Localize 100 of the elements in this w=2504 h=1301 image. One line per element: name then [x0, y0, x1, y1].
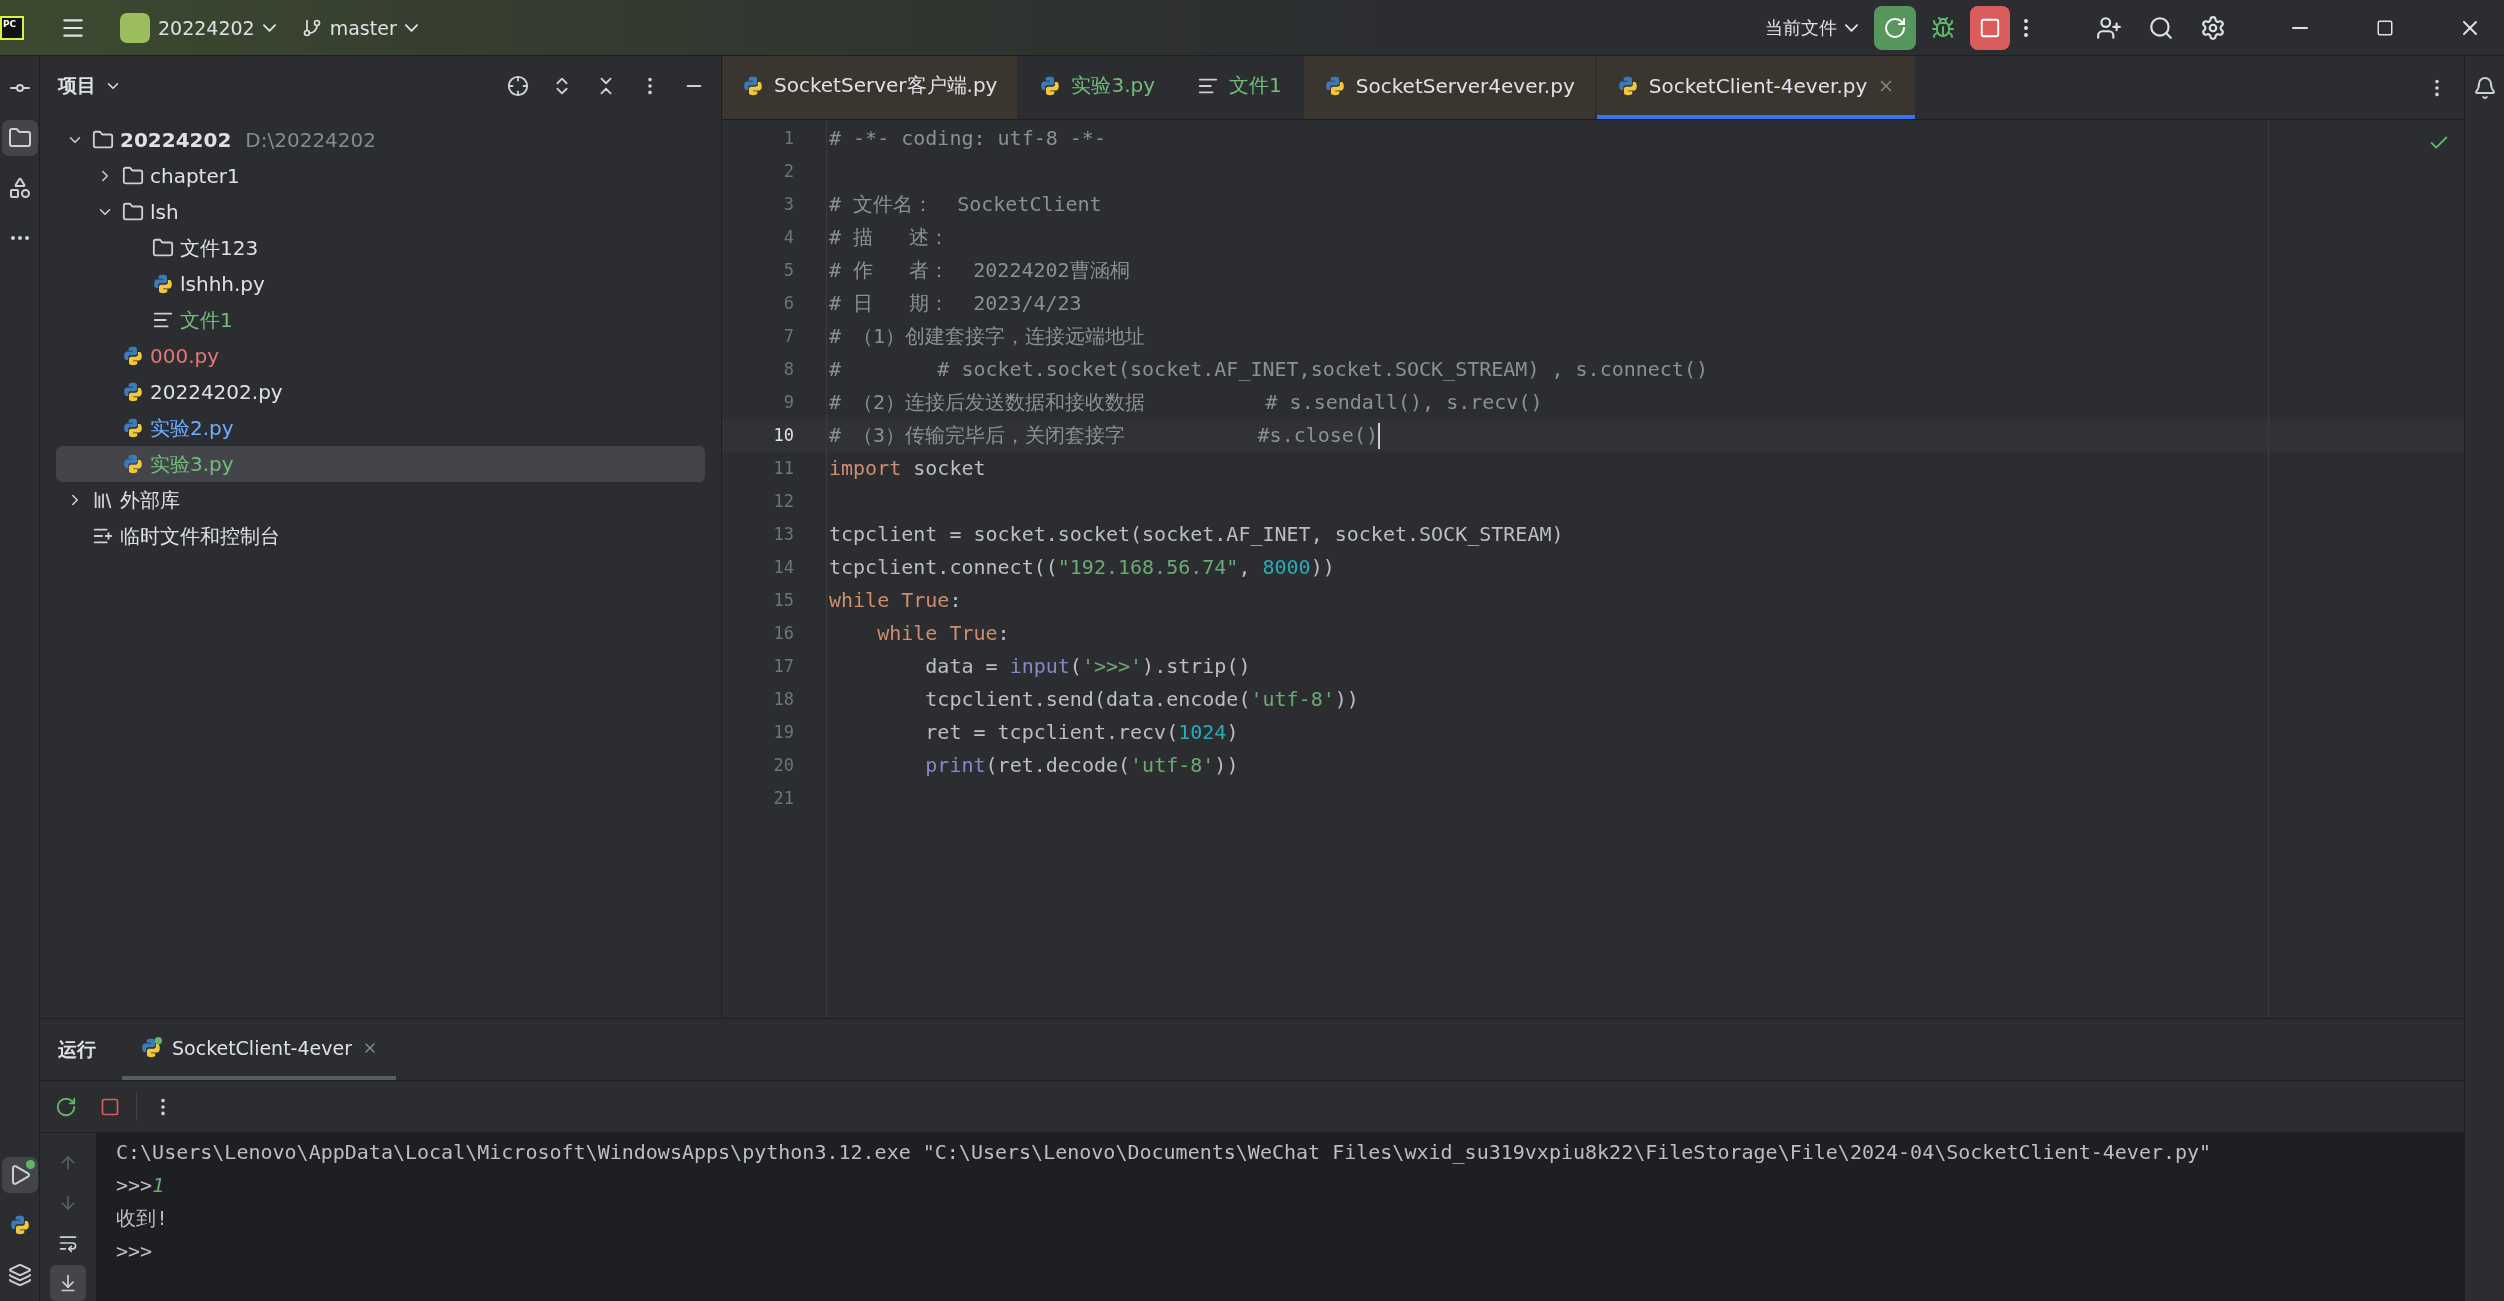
python-icon	[1039, 74, 1062, 97]
stop-icon	[1979, 16, 2001, 39]
line-number: 6	[782, 292, 795, 315]
stop-icon[interactable]	[100, 1096, 120, 1117]
python-icon	[152, 273, 174, 295]
add-user-icon	[2096, 14, 2122, 41]
line-number: 20	[772, 754, 795, 777]
editor-tab[interactable]: SocketClient-4ever.py	[1596, 56, 1916, 119]
soft-wrap-icon[interactable]	[58, 1233, 78, 1253]
tree-item[interactable]: 外部库	[56, 482, 705, 518]
layers-icon[interactable]	[7, 1263, 32, 1287]
code-line: # 文件名： SocketClient	[828, 191, 1102, 218]
branch-icon	[301, 17, 322, 38]
tree-item[interactable]: lshhh.py	[56, 266, 705, 302]
code-line: # 日 期： 2023/4/23	[828, 290, 1082, 317]
tree-item[interactable]: 临时文件和控制台	[56, 518, 705, 554]
run-panel-title: 运行	[58, 1036, 96, 1062]
scroll-to-end-button[interactable]	[50, 1265, 86, 1301]
python-icon	[742, 74, 764, 97]
tree-item[interactable]: lsh	[56, 194, 705, 230]
folder-icon	[122, 165, 144, 187]
project-tool-button[interactable]	[1, 120, 38, 156]
python-icon	[122, 345, 144, 367]
python-icon	[1323, 74, 1346, 97]
line-number: 17	[772, 655, 795, 678]
editor-tab[interactable]: 文件1	[1177, 56, 1302, 119]
search-icon	[2148, 14, 2174, 41]
python-console-icon	[8, 1214, 31, 1236]
line-number: 13	[772, 523, 795, 546]
run-config-selector[interactable]: 当前文件	[1755, 5, 1868, 50]
code-line: while True:	[876, 620, 1010, 647]
python-icon	[1616, 74, 1639, 97]
project-panel-title[interactable]: 项目	[58, 73, 122, 99]
more-icon	[2024, 18, 2028, 37]
branch-selector[interactable]: master	[291, 5, 428, 50]
library-icon	[92, 489, 114, 511]
folder-icon	[152, 237, 174, 259]
rerun-button[interactable]	[1874, 5, 1916, 50]
line-number: 7	[782, 325, 795, 348]
structure-icon[interactable]	[7, 176, 32, 200]
editor-tab[interactable]: SocketServer4ever.py	[1303, 56, 1595, 119]
console-line: >>>	[116, 1238, 154, 1265]
tree-item[interactable]: 实验2.py	[56, 410, 705, 446]
line-number: 3	[782, 193, 795, 216]
locate-icon[interactable]	[507, 75, 529, 97]
line-number: 9	[782, 391, 795, 414]
tree-item[interactable]: 文件1	[56, 302, 705, 338]
app-logo[interactable]: PC	[0, 15, 24, 40]
line-number: 1	[782, 127, 795, 150]
code-line: # 描 述：	[828, 224, 950, 251]
tree-item[interactable]: 文件123	[56, 230, 705, 266]
tree-item[interactable]: 000.py	[56, 338, 705, 374]
minimize-icon	[2292, 26, 2308, 29]
code-line: # （3）传输完毕后，关闭套接字 #s.close()	[828, 422, 1378, 449]
code-line: # 作 者： 20224202曹涵桐	[828, 257, 1130, 284]
line-number: 5	[782, 259, 795, 282]
code-line: tcpclient.send(data.encode('utf-8'))	[924, 686, 1359, 713]
scroll-to-end-icon	[58, 1273, 78, 1293]
line-number: 10	[722, 419, 826, 452]
project-selector[interactable]: 20224202	[110, 5, 286, 50]
tree-item[interactable]: 实验3.py	[56, 446, 705, 482]
folder-icon	[122, 201, 144, 223]
stop-button[interactable]	[1970, 5, 2010, 50]
code-line: data = input('>>>').strip()	[924, 653, 1251, 680]
console-line: C:\Users\Lenovo\AppData\Local\Microsoft\WindowsApps\python3.12.exe "C:\Users\Lenovo\Documents\WeChat Files\wxid_su319vxpiu8k22\FileStorage\File\2024-04\SocketClient-4ever.py"	[116, 1139, 2213, 1166]
line-number: 16	[772, 622, 795, 645]
line-number: 18	[772, 688, 795, 711]
settings-icon	[2200, 14, 2226, 41]
code-line: tcpclient.connect(("192.168.56.74", 8000))	[828, 554, 1335, 581]
code-line: # （2）连接后发送数据和接收数据 # s.sendall(), s.recv()	[828, 389, 1543, 416]
notifications-icon[interactable]	[2472, 76, 2497, 100]
code-line: ret = tcpclient.recv(1024)	[924, 719, 1239, 746]
code-line: print(ret.decode('utf-8'))	[924, 752, 1239, 779]
rerun-icon[interactable]	[55, 1095, 77, 1118]
line-number: 11	[772, 457, 795, 480]
line-number: 8	[782, 358, 795, 381]
chevron-down-icon	[262, 23, 276, 32]
line-number: 2	[782, 160, 795, 183]
run-tab[interactable]: SocketClient-4ever	[122, 1019, 396, 1080]
line-number: 19	[772, 721, 795, 744]
console-line: 收到!	[116, 1205, 170, 1232]
code-line: # # socket.socket(socket.AF_INET,socket.SOCK_STREAM) , s.connect()	[828, 356, 1708, 383]
python-icon	[122, 381, 144, 403]
line-number: 14	[772, 556, 795, 579]
folder-icon	[92, 129, 114, 151]
maximize-icon	[2376, 18, 2394, 37]
tree-item[interactable]: 20224202 D:\20224202	[56, 122, 705, 158]
python-icon	[122, 417, 144, 439]
tree-item[interactable]: chapter1	[56, 158, 705, 194]
tree-item[interactable]: 20224202.py	[56, 374, 705, 410]
line-number: 12	[772, 490, 795, 513]
folder-icon	[7, 126, 32, 150]
run-tool-button[interactable]	[1, 1157, 38, 1193]
editor-tab[interactable]: SocketServer客户端.py	[722, 56, 1018, 119]
project-path: D:\20224202	[245, 128, 376, 152]
python-icon	[140, 1036, 162, 1059]
python-icon	[122, 453, 144, 475]
editor-tab[interactable]: 实验3.py	[1019, 56, 1176, 119]
line-number: 21	[772, 787, 795, 810]
line-number: 4	[782, 226, 795, 249]
